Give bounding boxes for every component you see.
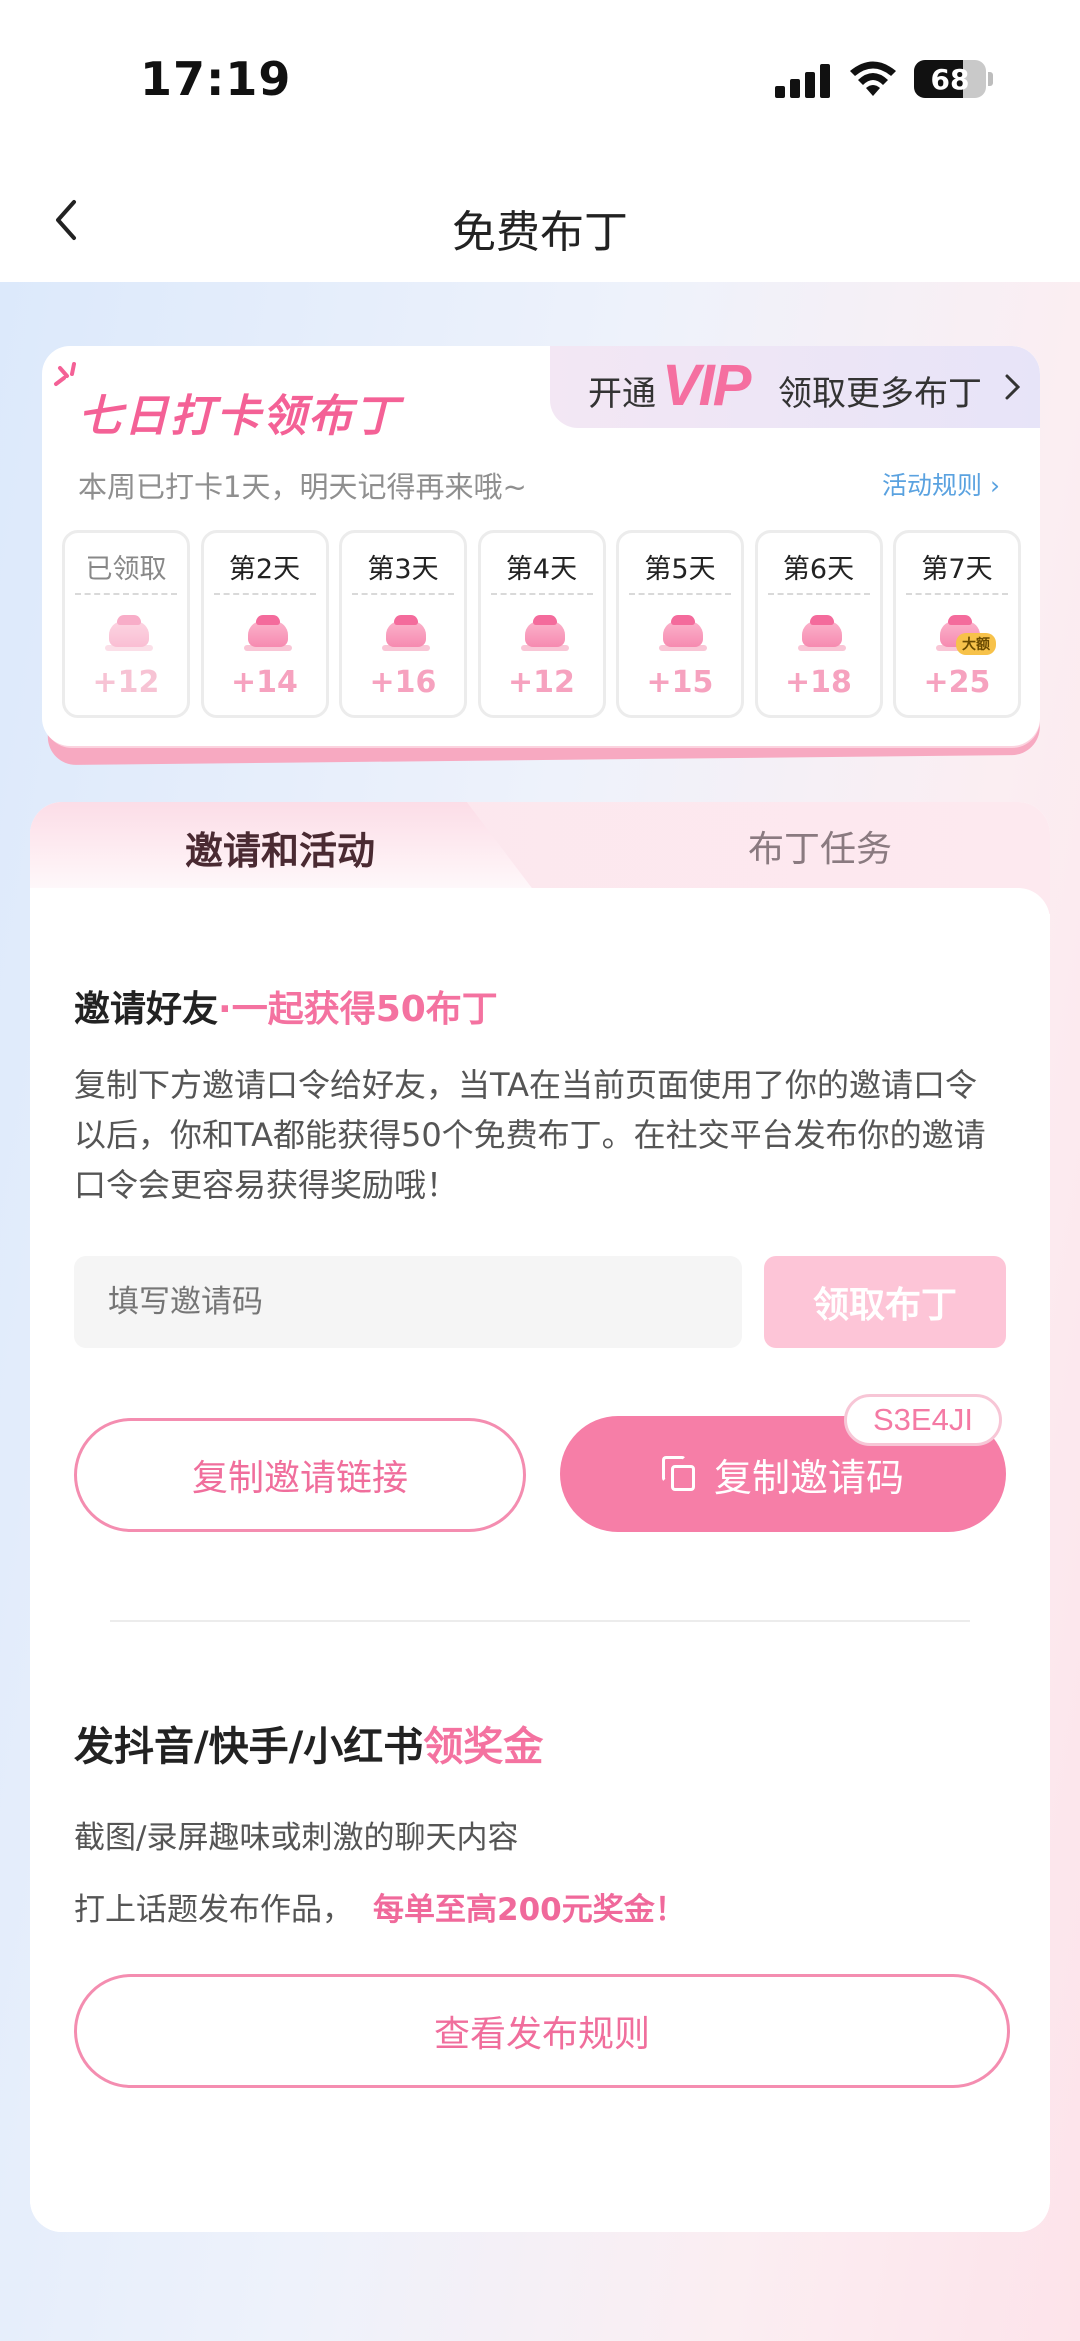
post-description-line1: 截图/录屏趣味或刺激的聊天内容 bbox=[74, 1820, 519, 1856]
battery-icon: 68 bbox=[914, 60, 986, 98]
checkin-day-2[interactable]: 第2天 +14 bbox=[200, 530, 329, 718]
checkin-day-points: +12 bbox=[508, 665, 575, 700]
section-divider bbox=[110, 1620, 970, 1622]
checkin-day-label: 第7天 bbox=[921, 554, 993, 585]
checkin-day-3[interactable]: 第3天 +16 bbox=[339, 530, 467, 718]
tab-pudding-tasks[interactable]: 布丁任务 bbox=[590, 820, 1050, 872]
copy-icon bbox=[661, 1456, 698, 1492]
pudding-icon bbox=[520, 615, 569, 651]
pudding-icon bbox=[659, 615, 707, 651]
checkin-day-5[interactable]: 第5天 +15 bbox=[616, 530, 744, 718]
dashed-divider bbox=[906, 593, 1008, 595]
checkin-day-4[interactable]: 第4天 +12 bbox=[477, 530, 606, 718]
pudding-icon bbox=[243, 615, 292, 651]
post-reward-highlight: 每单至高200元奖金！ bbox=[373, 1892, 686, 1928]
checkin-day-label: 第5天 bbox=[644, 554, 716, 585]
dashed-divider bbox=[352, 593, 454, 595]
post-description-line2: 打上话题发布作品， 每单至高200元奖金！ bbox=[74, 1884, 686, 1929]
checkin-day-label: 第4天 bbox=[505, 554, 578, 585]
invite-title-accent: ·一起获得50布丁 bbox=[218, 989, 498, 1030]
vip-open-label: 开通 bbox=[588, 374, 656, 414]
battery-level: 68 bbox=[930, 63, 970, 96]
page-title: 免费布丁 bbox=[452, 207, 628, 258]
checkin-days-row: 已领取 +12 第2天 +14 第3天 +16 第4天 +12 第5天 +15 第6天 +18 第7天 +… bbox=[62, 530, 1022, 720]
checkin-day-1[interactable]: 已领取 +12 bbox=[62, 530, 190, 718]
checkin-card: 七日打卡领布丁 开通 VIP 领取更多布丁 本周已打卡1天，明天记得再来哦~ 活… bbox=[42, 346, 1040, 746]
status-time: 17:19 bbox=[140, 52, 292, 106]
invite-code-badge: S3E4JI bbox=[844, 1394, 1002, 1446]
checkin-day-6[interactable]: 第6天 +18 bbox=[754, 530, 883, 718]
pudding-icon bbox=[382, 615, 430, 651]
post-title-accent: 领奖金 bbox=[423, 1724, 544, 1770]
dashed-divider bbox=[767, 593, 870, 595]
tab-invite-activity-label[interactable]: 邀请和活动 bbox=[30, 820, 530, 875]
signal-icon bbox=[775, 62, 831, 98]
status-bar: 17:19 68 bbox=[0, 0, 1080, 160]
dashed-divider bbox=[75, 593, 177, 595]
dashed-divider bbox=[490, 593, 593, 595]
checkin-day-points: +12 bbox=[92, 665, 160, 700]
vip-logo: VIP bbox=[662, 353, 751, 418]
vip-more-label: 领取更多布丁 bbox=[778, 374, 982, 414]
claim-pudding-button[interactable]: 领取布丁 bbox=[764, 1256, 1006, 1348]
dashed-divider bbox=[213, 593, 316, 595]
post-section-title: 发抖音/快手/小红书领奖金 bbox=[74, 1714, 543, 1772]
view-post-rules-button[interactable]: 查看发布规则 bbox=[74, 1974, 1010, 2088]
checkin-day-points: +14 bbox=[231, 665, 298, 700]
post-title: 发抖音/快手/小红书 bbox=[74, 1724, 424, 1770]
checkin-day-points: +15 bbox=[646, 665, 714, 700]
invite-title: 邀请好友 bbox=[74, 989, 219, 1030]
checkin-day-7[interactable]: 第7天 +25 大额 bbox=[893, 530, 1021, 718]
big-reward-badge: 大额 bbox=[956, 633, 996, 655]
checkin-day-label: 第3天 bbox=[367, 554, 439, 585]
post-line2-text: 打上话题发布作品， bbox=[74, 1892, 353, 1928]
checkin-day-label: 第6天 bbox=[782, 554, 855, 585]
chevron-right-icon bbox=[1005, 374, 1021, 400]
battery-tip bbox=[988, 72, 993, 86]
checkin-title: 七日打卡领布丁 bbox=[78, 391, 400, 442]
dashed-divider bbox=[629, 593, 731, 595]
pudding-icon bbox=[797, 615, 846, 651]
checkin-day-points: +16 bbox=[369, 665, 437, 700]
checkin-day-points: +25 bbox=[923, 665, 991, 700]
checkin-day-label: 已领取 bbox=[85, 554, 167, 585]
checkin-day-label: 第2天 bbox=[228, 554, 301, 585]
pudding-icon bbox=[105, 615, 153, 651]
invite-description: 复制下方邀请口令给好友，当TA在当前页面使用了你的邀请口令以后，你和TA都能获得… bbox=[74, 1066, 986, 1204]
nav-bar: 免费布丁 bbox=[0, 160, 1080, 282]
checkin-subtitle: 本周已打卡1天，明天记得再来哦~ bbox=[78, 470, 527, 504]
copy-invite-code-label: 复制邀请码 bbox=[713, 1455, 904, 1500]
invite-section-title: 邀请好友·一起获得50布丁 bbox=[74, 980, 498, 1032]
invite-code-input[interactable] bbox=[74, 1256, 742, 1348]
wifi-icon bbox=[850, 61, 896, 96]
activity-rules-link[interactable]: 活动规则 › bbox=[882, 466, 1000, 502]
vip-banner[interactable]: 开通 VIP 领取更多布丁 bbox=[550, 346, 1040, 428]
checkin-day-points: +18 bbox=[785, 665, 852, 700]
copy-invite-link-button[interactable]: 复制邀请链接 bbox=[74, 1418, 526, 1532]
